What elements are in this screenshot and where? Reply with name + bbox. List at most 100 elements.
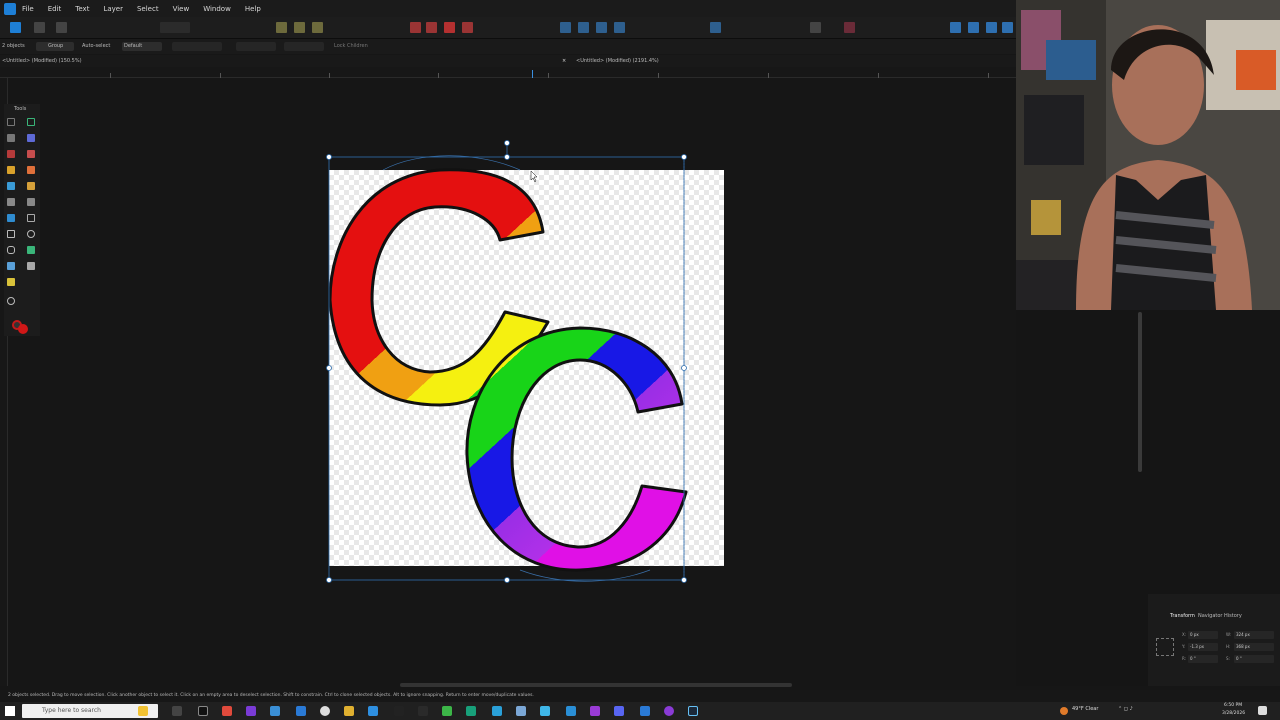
color-picker-tool-icon[interactable] bbox=[27, 262, 35, 270]
move-tool-icon[interactable] bbox=[7, 118, 15, 126]
vector-crop-tool-icon[interactable] bbox=[7, 214, 15, 222]
notification-icon[interactable] bbox=[1258, 706, 1267, 715]
menu-layer[interactable]: Layer bbox=[103, 5, 123, 13]
tab-navigator[interactable]: Navigator bbox=[1198, 613, 1222, 619]
obs-icon[interactable] bbox=[320, 706, 330, 716]
menu-file[interactable]: File bbox=[22, 5, 34, 13]
weather-text[interactable]: 49°F Clear bbox=[1072, 706, 1098, 712]
artboard-canvas[interactable] bbox=[329, 170, 724, 566]
app-icon-14[interactable] bbox=[516, 706, 526, 716]
tab-transform[interactable]: Transform bbox=[1170, 613, 1195, 619]
app-icon-12[interactable] bbox=[466, 706, 476, 716]
fill-tool-icon[interactable] bbox=[7, 182, 15, 190]
lock-children-toggle[interactable]: Lock Children bbox=[334, 43, 368, 49]
transparency-tool-icon[interactable] bbox=[7, 198, 15, 206]
fill-color-swatch[interactable] bbox=[18, 324, 28, 334]
copilot-icon[interactable] bbox=[138, 706, 148, 716]
menu-edit[interactable]: Edit bbox=[48, 5, 62, 13]
chrome-icon[interactable] bbox=[222, 706, 232, 716]
boolean-add-icon[interactable] bbox=[410, 22, 421, 33]
tab-history[interactable]: History bbox=[1224, 613, 1242, 619]
discord-icon[interactable] bbox=[614, 706, 624, 716]
width-field[interactable]: 324 px bbox=[1234, 631, 1274, 639]
studio-icon-2[interactable] bbox=[968, 22, 979, 33]
arrange-icon[interactable] bbox=[276, 22, 287, 33]
assistant-icon[interactable] bbox=[810, 22, 821, 33]
clock-date[interactable]: 3/28/2026 bbox=[1222, 711, 1245, 716]
brush-tool-icon[interactable] bbox=[27, 182, 35, 190]
tray-icons[interactable]: ⌃ ◻ ♪ bbox=[1118, 706, 1133, 712]
ruler-tool-icon[interactable] bbox=[7, 278, 15, 286]
rotate-left-icon[interactable] bbox=[596, 22, 607, 33]
snapping-toggle-icon[interactable] bbox=[844, 22, 855, 33]
app-icon-20[interactable] bbox=[664, 706, 674, 716]
place-image-tool-icon[interactable] bbox=[27, 198, 35, 206]
menu-select[interactable]: Select bbox=[137, 5, 159, 13]
app-icon-16[interactable] bbox=[566, 706, 576, 716]
auto-select-checkbox-label[interactable]: Auto-select bbox=[82, 43, 110, 49]
transform-origin-icons[interactable] bbox=[172, 42, 222, 51]
app-icon-3[interactable] bbox=[246, 706, 256, 716]
shape-tool-icon[interactable] bbox=[27, 246, 35, 254]
arrange-back-icon[interactable] bbox=[312, 22, 323, 33]
rounded-rectangle-tool-icon[interactable] bbox=[7, 246, 15, 254]
steam-icon[interactable] bbox=[688, 706, 698, 716]
app-icon-1[interactable] bbox=[198, 706, 208, 716]
pencil-tool-icon[interactable] bbox=[7, 166, 15, 174]
menu-help[interactable]: Help bbox=[245, 5, 261, 13]
ellipse-tool-icon[interactable] bbox=[27, 230, 35, 238]
corner-tool-icon[interactable] bbox=[7, 150, 15, 158]
align-icon[interactable] bbox=[710, 22, 721, 33]
shear-field[interactable]: 0 ° bbox=[1234, 655, 1274, 663]
file-explorer-icon[interactable] bbox=[344, 706, 354, 716]
distribute-shortcut-icons[interactable] bbox=[284, 42, 324, 51]
menu-window[interactable]: Window bbox=[203, 5, 231, 13]
canvas-horizontal-scrollbar[interactable] bbox=[400, 683, 792, 687]
windows-start-icon[interactable] bbox=[5, 706, 15, 716]
task-view-icon[interactable] bbox=[172, 706, 182, 716]
app-icon-4[interactable] bbox=[270, 706, 280, 716]
flip-vertical-icon[interactable] bbox=[578, 22, 589, 33]
rotation-field[interactable]: 0 ° bbox=[1188, 655, 1218, 663]
zoom-tool-icon[interactable] bbox=[7, 297, 15, 305]
boolean-divide-icon[interactable] bbox=[462, 22, 473, 33]
x-field[interactable]: 0 px bbox=[1188, 631, 1218, 639]
anchor-selector[interactable] bbox=[1156, 638, 1174, 656]
nvidia-icon[interactable] bbox=[442, 706, 452, 716]
app-icon-10[interactable] bbox=[418, 706, 428, 716]
tab-document-1[interactable]: <Untitled> (Modified) (150.5%) bbox=[2, 58, 82, 64]
rotate-right-icon[interactable] bbox=[614, 22, 625, 33]
crop-tool-icon[interactable] bbox=[27, 214, 35, 222]
artistic-text-tool-icon[interactable] bbox=[7, 262, 15, 270]
export-persona-icon[interactable] bbox=[56, 22, 67, 33]
point-transform-tool-icon[interactable] bbox=[27, 134, 35, 142]
vector-brush-tool-icon[interactable] bbox=[27, 166, 35, 174]
y-field[interactable]: -1.3 px bbox=[1188, 643, 1218, 651]
weather-icon[interactable] bbox=[1060, 707, 1068, 715]
menu-text[interactable]: Text bbox=[75, 5, 89, 13]
boolean-subtract-icon[interactable] bbox=[426, 22, 437, 33]
menu-view[interactable]: View bbox=[173, 5, 190, 13]
snapping-icon[interactable] bbox=[160, 22, 190, 33]
tab-document-2[interactable]: <Untitled> (Modified) (2191.4%) bbox=[576, 58, 659, 64]
clock-time[interactable]: 6:50 PM bbox=[1224, 703, 1242, 708]
app-icon-15[interactable] bbox=[540, 706, 550, 716]
edge-icon[interactable] bbox=[296, 706, 306, 716]
boolean-intersect-icon[interactable] bbox=[444, 22, 455, 33]
close-tab-icon[interactable]: × bbox=[562, 58, 566, 64]
pen-tool-icon[interactable] bbox=[27, 150, 35, 158]
studio-icon-4[interactable] bbox=[1002, 22, 1013, 33]
app-icon-13[interactable] bbox=[492, 706, 502, 716]
studio-icon-1[interactable] bbox=[950, 22, 961, 33]
align-shortcut-icons[interactable] bbox=[236, 42, 276, 51]
artboard-tool-icon[interactable] bbox=[27, 118, 35, 126]
panel-scrollbar[interactable] bbox=[1138, 312, 1142, 472]
horizontal-ruler[interactable] bbox=[0, 67, 1016, 78]
node-tool-icon[interactable] bbox=[7, 134, 15, 142]
rectangle-tool-icon[interactable] bbox=[7, 230, 15, 238]
app-icon-9[interactable] bbox=[394, 706, 404, 716]
app-icon-17[interactable] bbox=[590, 706, 600, 716]
app-icon-8[interactable] bbox=[368, 706, 378, 716]
height-field[interactable]: 368 px bbox=[1234, 643, 1274, 651]
studio-icon-3[interactable] bbox=[986, 22, 997, 33]
